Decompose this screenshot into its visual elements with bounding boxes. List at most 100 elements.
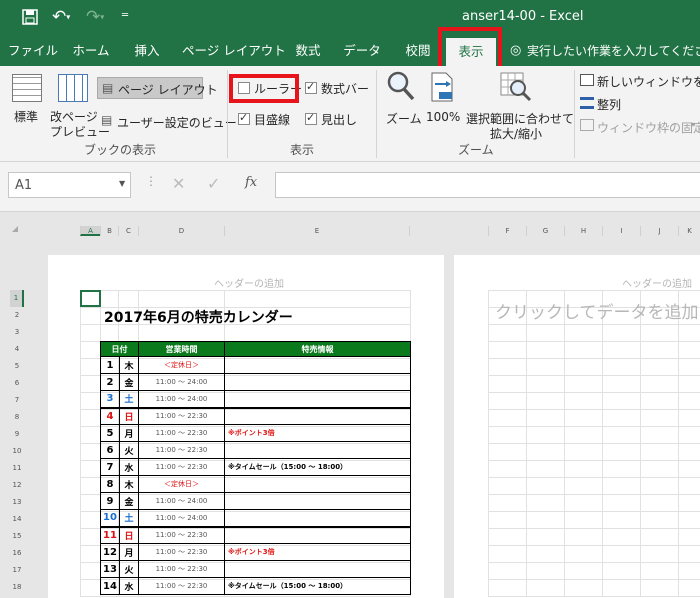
customize-icon[interactable]: ═	[122, 10, 128, 21]
selected-cell-a1[interactable]	[80, 290, 101, 307]
column-header-f[interactable]: F	[488, 226, 526, 236]
save-icon[interactable]	[22, 9, 38, 25]
row-header[interactable]: 1	[10, 290, 24, 307]
page-layout-view-button[interactable]: ▤ ページ レイアウト	[97, 77, 218, 99]
tab-home[interactable]: ホーム	[70, 36, 112, 66]
sale-info-cell[interactable]	[224, 407, 411, 425]
tab-file[interactable]: ファイル	[8, 36, 58, 66]
hours-cell[interactable]: 11:00 ～ 22:30	[138, 441, 225, 459]
row-header[interactable]: 7	[10, 392, 24, 409]
freeze-panes-button[interactable]: ウィンドウ枠の固定	[597, 119, 700, 136]
column-header-i[interactable]: I	[602, 226, 640, 236]
header-add-right[interactable]: ヘッダーの追加	[622, 275, 692, 290]
chevron-down-icon[interactable]: ▾	[691, 120, 695, 129]
column-header-b[interactable]: B	[100, 226, 118, 236]
row-header[interactable]: 17	[10, 562, 24, 579]
hours-cell[interactable]: 11:00 ～ 22:30	[138, 560, 225, 578]
hours-cell[interactable]: 11:00 ～ 24:00	[138, 390, 225, 408]
hours-cell[interactable]: 11:00 ～ 22:30	[138, 458, 225, 476]
weekday-cell[interactable]: 火	[119, 560, 139, 578]
custom-views-button[interactable]: ユーザー設定のビュー	[117, 114, 237, 131]
weekday-cell[interactable]: 月	[119, 543, 139, 561]
tab-review[interactable]: 校閲	[398, 36, 438, 66]
date-cell[interactable]: 14	[100, 577, 120, 595]
column-header-j[interactable]: J	[640, 226, 678, 236]
row-header[interactable]: 9	[10, 426, 24, 443]
date-cell[interactable]: 11	[100, 526, 120, 544]
row-header[interactable]: 12	[10, 477, 24, 494]
arrange-button[interactable]: 整列	[597, 96, 621, 113]
normal-view-button[interactable]: 標準	[6, 72, 46, 128]
date-cell[interactable]: 8	[100, 475, 120, 493]
weekday-cell[interactable]: 月	[119, 424, 139, 442]
column-header-e[interactable]: E	[224, 226, 410, 236]
date-cell[interactable]: 12	[100, 543, 120, 561]
date-cell[interactable]: 4	[100, 407, 120, 425]
weekday-cell[interactable]: 日	[119, 526, 139, 544]
page-break-preview-button[interactable]: 改ページ プレビュー	[48, 72, 110, 139]
hours-cell[interactable]: 11:00 ～ 22:30	[138, 577, 225, 595]
chevron-down-icon[interactable]: ▼	[119, 179, 125, 188]
undo-icon[interactable]: ↶▾	[52, 7, 76, 27]
headings-checkbox[interactable]	[305, 111, 317, 125]
column-header-a[interactable]: A	[80, 226, 100, 236]
weekday-cell[interactable]: 金	[119, 373, 139, 391]
sale-info-cell[interactable]	[224, 560, 411, 578]
sale-info-cell[interactable]	[224, 492, 411, 510]
hours-cell[interactable]: 11:00 ～ 22:30	[138, 543, 225, 561]
weekday-cell[interactable]: 火	[119, 441, 139, 459]
sale-info-cell[interactable]	[224, 373, 411, 391]
row-header[interactable]: 4	[10, 341, 24, 358]
column-header-d[interactable]: D	[138, 226, 224, 236]
date-cell[interactable]: 6	[100, 441, 120, 459]
date-cell[interactable]: 10	[100, 509, 120, 527]
weekday-cell[interactable]: 土	[119, 390, 139, 408]
weekday-cell[interactable]: 日	[119, 407, 139, 425]
hours-cell[interactable]: ＜定休日＞	[138, 475, 225, 493]
row-header[interactable]: 18	[10, 579, 24, 596]
zoom-button[interactable]: ズーム	[382, 70, 422, 130]
header-add-left[interactable]: ヘッダーの追加	[214, 275, 284, 290]
sale-info-cell[interactable]	[224, 390, 411, 408]
hours-cell[interactable]: 11:00 ～ 22:30	[138, 526, 225, 544]
date-cell[interactable]: 2	[100, 373, 120, 391]
date-cell[interactable]: 5	[100, 424, 120, 442]
sale-info-cell[interactable]	[224, 356, 411, 374]
row-header[interactable]: 10	[10, 443, 24, 460]
row-header[interactable]: 5	[10, 358, 24, 375]
redo-icon[interactable]: ↷▾	[86, 7, 110, 27]
row-header[interactable]: 15	[10, 528, 24, 545]
tab-insert[interactable]: 挿入	[128, 36, 166, 66]
tell-me-input[interactable]: 実行したい作業を入力してください	[527, 36, 700, 66]
insert-function-icon[interactable]: fx	[245, 175, 257, 190]
formula-input[interactable]	[275, 172, 700, 198]
sale-info-cell[interactable]	[224, 526, 411, 544]
click-to-add-data[interactable]: クリックしてデータを追加	[495, 298, 699, 323]
cancel-icon[interactable]: ✕	[172, 174, 185, 193]
row-header[interactable]: 13	[10, 494, 24, 511]
row-header[interactable]: 16	[10, 545, 24, 562]
hours-cell[interactable]: 11:00 ～ 22:30	[138, 424, 225, 442]
sale-info-cell[interactable]	[224, 509, 411, 527]
hours-cell[interactable]: 11:00 ～ 24:00	[138, 509, 225, 527]
formula-bar-checkbox[interactable]	[305, 80, 317, 94]
date-cell[interactable]: 13	[100, 560, 120, 578]
weekday-cell[interactable]: 土	[119, 509, 139, 527]
sale-info-cell[interactable]: ※ポイント3倍	[224, 543, 411, 561]
row-header[interactable]: 8	[10, 409, 24, 426]
zoom-to-selection-button[interactable]: 選択範囲に合わせて 拡大/縮小	[466, 70, 574, 141]
weekday-cell[interactable]: 水	[119, 458, 139, 476]
sale-info-cell[interactable]: ※タイムセール（15:00 ～ 18:00）	[224, 458, 411, 476]
weekday-cell[interactable]: 木	[119, 356, 139, 374]
sale-info-cell[interactable]	[224, 441, 411, 459]
sale-info-cell[interactable]: ※タイムセール（15:00 ～ 18:00）	[224, 577, 411, 595]
new-window-button[interactable]: 新しいウィンドウを開く	[597, 73, 700, 90]
row-header[interactable]: 2	[10, 307, 24, 324]
date-cell[interactable]: 7	[100, 458, 120, 476]
row-header[interactable]: 11	[10, 460, 24, 477]
name-box[interactable]: A1 ▼	[8, 172, 131, 198]
column-header-g[interactable]: G	[526, 226, 564, 236]
select-all-corner[interactable]	[12, 226, 18, 232]
hours-cell[interactable]: 11:00 ～ 24:00	[138, 492, 225, 510]
weekday-cell[interactable]: 金	[119, 492, 139, 510]
